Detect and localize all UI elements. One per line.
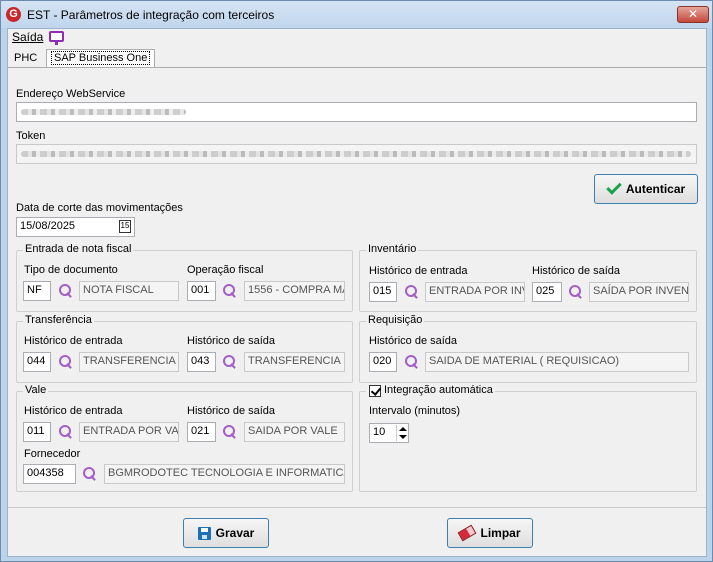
token-field[interactable] bbox=[16, 144, 697, 164]
requisicao-saida-label: Histórico de saída bbox=[369, 335, 458, 347]
inventario-entrada-code[interactable]: 015 bbox=[369, 282, 397, 302]
calendar-icon[interactable]: 15 bbox=[119, 220, 131, 233]
vale-entrada-label: Histórico de entrada bbox=[24, 405, 123, 417]
transferencia-saida-label: Histórico de saída bbox=[187, 335, 276, 347]
floppy-disk-icon bbox=[197, 526, 211, 540]
group-inventario: Inventário Histórico de entrada 015 ENTR… bbox=[359, 243, 697, 312]
intervalo-stepper[interactable]: 10 bbox=[369, 423, 409, 443]
cutoff-date-field[interactable]: 15/08/2025 15 bbox=[16, 217, 135, 237]
cutoff-date-value: 15/08/2025 bbox=[20, 220, 76, 232]
transferencia-entrada-code[interactable]: 044 bbox=[23, 352, 51, 372]
spin-arrows-icon[interactable] bbox=[396, 425, 407, 441]
group-title-inventario: Inventário bbox=[366, 243, 419, 255]
group-requisicao: Requisição Histórico de saída 020 SAIDA … bbox=[359, 314, 697, 383]
save-label: Gravar bbox=[215, 526, 255, 540]
group-integracao-automatica: Integração automática Intervalo (minutos… bbox=[359, 384, 697, 492]
vale-saida-label: Histórico de saída bbox=[187, 405, 276, 417]
group-transferencia: Transferência Histórico de entrada 044 T… bbox=[16, 314, 353, 383]
search-icon[interactable] bbox=[566, 283, 584, 301]
intervalo-value: 10 bbox=[373, 426, 386, 438]
group-title-entrada-nf: Entrada de nota fiscal bbox=[23, 243, 134, 255]
webservice-field[interactable] bbox=[16, 102, 697, 122]
search-icon[interactable] bbox=[80, 465, 98, 483]
check-icon bbox=[606, 179, 622, 195]
webservice-blurred-value bbox=[21, 109, 186, 115]
search-icon[interactable] bbox=[220, 282, 238, 300]
vale-entrada-code[interactable]: 011 bbox=[23, 422, 51, 442]
tipo-documento-label: Tipo de documento bbox=[24, 264, 118, 276]
group-vale: Vale Histórico de entrada 011 ENTRADA PO… bbox=[16, 384, 353, 492]
inventario-saida-label: Histórico de saída bbox=[532, 265, 621, 277]
inventario-entrada-desc: ENTRADA POR INVE bbox=[425, 282, 525, 302]
group-entrada-nota-fiscal: Entrada de nota fiscal Tipo de documento… bbox=[16, 243, 353, 312]
token-label: Token bbox=[16, 130, 46, 142]
inventario-entrada-label: Histórico de entrada bbox=[369, 265, 468, 277]
group-title-transferencia: Transferência bbox=[23, 314, 94, 326]
search-icon[interactable] bbox=[402, 353, 420, 371]
monitor-icon[interactable] bbox=[49, 31, 64, 45]
operacao-fiscal-label: Operação fiscal bbox=[187, 264, 264, 276]
requisicao-saida-desc: SAIDA DE MATERIAL ( REQUISICAO) bbox=[425, 352, 689, 372]
window-title: EST - Parâmetros de integração com terce… bbox=[27, 8, 275, 22]
search-icon[interactable] bbox=[402, 283, 420, 301]
search-icon[interactable] bbox=[220, 353, 238, 371]
menu-saida[interactable]: Saída bbox=[12, 30, 43, 44]
transferencia-saida-desc: TRANSFERENCIA DI bbox=[244, 352, 345, 372]
sap-panel: Endereço WebService Token Autenticar Dat… bbox=[8, 67, 706, 507]
vale-saida-code[interactable]: 021 bbox=[187, 422, 216, 442]
close-button[interactable]: ✕ bbox=[677, 6, 709, 23]
inventario-saida-desc: SAÍDA POR INVENT bbox=[589, 282, 689, 302]
save-button[interactable]: Gravar bbox=[183, 518, 269, 548]
window: G EST - Parâmetros de integração com ter… bbox=[0, 0, 713, 562]
operacao-fiscal-code[interactable]: 001 bbox=[187, 281, 216, 301]
title-bar: G EST - Parâmetros de integração com ter… bbox=[1, 1, 712, 28]
inventario-saida-code[interactable]: 025 bbox=[532, 282, 562, 302]
search-icon[interactable] bbox=[56, 423, 74, 441]
transferencia-saida-code[interactable]: 043 bbox=[187, 352, 216, 372]
integracao-title-text: Integração automática bbox=[384, 384, 493, 396]
cutoff-date-label: Data de corte das movimentações bbox=[16, 202, 183, 214]
fornecedor-label: Fornecedor bbox=[24, 448, 81, 460]
tab-sap-business-one[interactable]: SAP Business One bbox=[46, 49, 156, 68]
tab-sap-label: SAP Business One bbox=[51, 51, 151, 65]
client-area: Saída PHC SAP Business One Endereço WebS… bbox=[7, 28, 707, 557]
token-blurred-value bbox=[21, 151, 691, 157]
fornecedor-desc: BGMRODOTEC TECNOLOGIA E INFORMATICA LT bbox=[104, 464, 345, 484]
footer-divider bbox=[8, 507, 706, 508]
webservice-label: Endereço WebService bbox=[16, 88, 126, 100]
menu-bar: Saída bbox=[8, 29, 706, 47]
tipo-documento-code[interactable]: NF bbox=[23, 281, 51, 301]
tipo-documento-desc: NOTA FISCAL bbox=[79, 281, 179, 301]
vale-entrada-desc: ENTRADA POR VALE bbox=[79, 422, 179, 442]
operacao-fiscal-desc: 1556 - COMPRA MA bbox=[244, 281, 345, 301]
search-icon[interactable] bbox=[56, 282, 74, 300]
transferencia-entrada-label: Histórico de entrada bbox=[24, 335, 123, 347]
authenticate-label: Autenticar bbox=[625, 182, 686, 196]
search-icon[interactable] bbox=[56, 353, 74, 371]
requisicao-saida-code[interactable]: 020 bbox=[369, 352, 397, 372]
transferencia-entrada-desc: TRANSFERENCIA DI bbox=[79, 352, 179, 372]
vale-saida-desc: SAIDA POR VALE bbox=[244, 422, 345, 442]
intervalo-label: Intervalo (minutos) bbox=[369, 405, 461, 417]
authenticate-button[interactable]: Autenticar bbox=[594, 174, 698, 204]
clear-button[interactable]: Limpar bbox=[447, 518, 533, 548]
app-logo-icon: G bbox=[6, 7, 21, 22]
group-title-integracao: Integração automática bbox=[366, 384, 495, 396]
clear-label: Limpar bbox=[480, 526, 521, 540]
tab-phc[interactable]: PHC bbox=[10, 49, 41, 67]
fornecedor-code[interactable]: 004358 bbox=[23, 464, 76, 484]
search-icon[interactable] bbox=[220, 423, 238, 441]
group-title-vale: Vale bbox=[23, 384, 49, 396]
group-title-requisicao: Requisição bbox=[366, 314, 425, 326]
eraser-icon bbox=[458, 524, 477, 542]
integracao-checkbox[interactable] bbox=[369, 385, 381, 397]
